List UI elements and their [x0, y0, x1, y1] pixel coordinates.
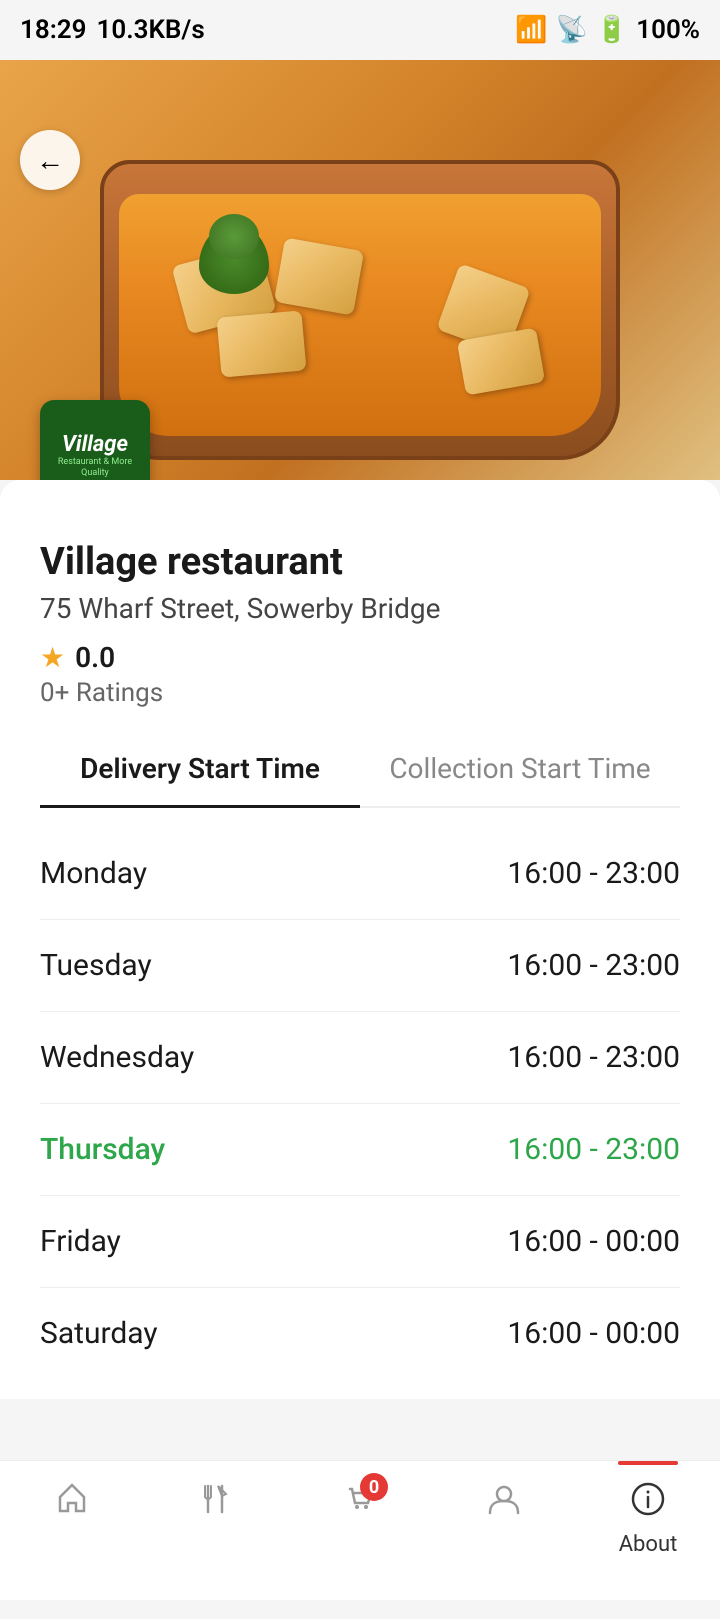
day-name: Friday — [40, 1224, 121, 1259]
nav-account[interactable] — [432, 1477, 576, 1526]
rating-score: 0.0 — [75, 641, 115, 674]
time-range: 16:00 - 23:00 — [507, 1040, 680, 1075]
garnish — [199, 224, 269, 294]
battery-icon: 🔋 — [596, 15, 628, 45]
time-range: 16:00 - 23:00 — [507, 856, 680, 891]
back-button[interactable]: ← — [20, 130, 80, 190]
tab-collection[interactable]: Collection Start Time — [360, 732, 680, 808]
content-card: Village restaurant 75 Wharf Street, Sowe… — [0, 480, 720, 1399]
food-piece — [217, 310, 307, 377]
status-time: 18:29 — [20, 15, 87, 45]
fork-knife-icon — [198, 1481, 234, 1526]
home-icon — [54, 1481, 90, 1526]
schedule-row: Wednesday 16:00 - 23:00 — [40, 1012, 680, 1104]
info-icon — [630, 1481, 666, 1526]
day-name: Tuesday — [40, 948, 152, 983]
day-name: Wednesday — [40, 1040, 194, 1075]
rating-row: ★ 0.0 — [40, 641, 680, 674]
schedule-row: Monday 16:00 - 23:00 — [40, 828, 680, 920]
about-label: About — [619, 1532, 678, 1557]
schedule-list: Monday16:00 - 23:00Tuesday16:00 - 23:00W… — [40, 828, 680, 1379]
wifi-icon: 📡 — [556, 15, 588, 45]
battery-percent: 100% — [636, 15, 700, 45]
day-name: Monday — [40, 856, 147, 891]
schedule-row: Saturday 16:00 - 00:00 — [40, 1288, 680, 1379]
logo-subtext: Restaurant & More Quality — [40, 457, 150, 479]
nav-home[interactable] — [0, 1477, 144, 1526]
time-range: 16:00 - 00:00 — [507, 1224, 680, 1259]
status-bar: 18:29 10.3KB/s 📶 📡 🔋 100% — [0, 0, 720, 60]
restaurant-logo: Village Restaurant & More Quality — [40, 400, 150, 480]
day-name: Saturday — [40, 1316, 158, 1351]
nav-about[interactable]: About — [576, 1477, 720, 1557]
schedule-row: Friday 16:00 - 00:00 — [40, 1196, 680, 1288]
tab-delivery[interactable]: Delivery Start Time — [40, 732, 360, 808]
status-network: 10.3KB/s — [97, 15, 205, 45]
cart-icon: 0 — [342, 1481, 378, 1526]
star-icon: ★ — [40, 641, 65, 674]
schedule-row: Tuesday 16:00 - 23:00 — [40, 920, 680, 1012]
account-icon — [486, 1481, 522, 1526]
bottom-nav: 0 About — [0, 1460, 720, 1600]
hero-image: ← Village Restaurant & More Quality — [0, 60, 720, 480]
restaurant-name: Village restaurant — [40, 540, 680, 584]
nav-cart[interactable]: 0 — [288, 1477, 432, 1526]
schedule-row: Thursday 16:00 - 23:00 — [40, 1104, 680, 1196]
time-range: 16:00 - 23:00 — [507, 948, 680, 983]
active-indicator — [618, 1461, 678, 1465]
cart-badge: 0 — [360, 1473, 388, 1501]
signal-icon: 📶 — [515, 15, 547, 45]
restaurant-address: 75 Wharf Street, Sowerby Bridge — [40, 592, 680, 625]
food-piece — [274, 238, 364, 316]
logo-text: Village — [62, 432, 128, 457]
day-name: Thursday — [40, 1132, 165, 1167]
time-range: 16:00 - 23:00 — [507, 1132, 680, 1167]
ratings-count: 0+ Ratings — [40, 678, 680, 708]
tabs-container: Delivery Start Time Collection Start Tim… — [40, 732, 680, 808]
time-range: 16:00 - 00:00 — [507, 1316, 680, 1351]
nav-menu[interactable] — [144, 1477, 288, 1526]
